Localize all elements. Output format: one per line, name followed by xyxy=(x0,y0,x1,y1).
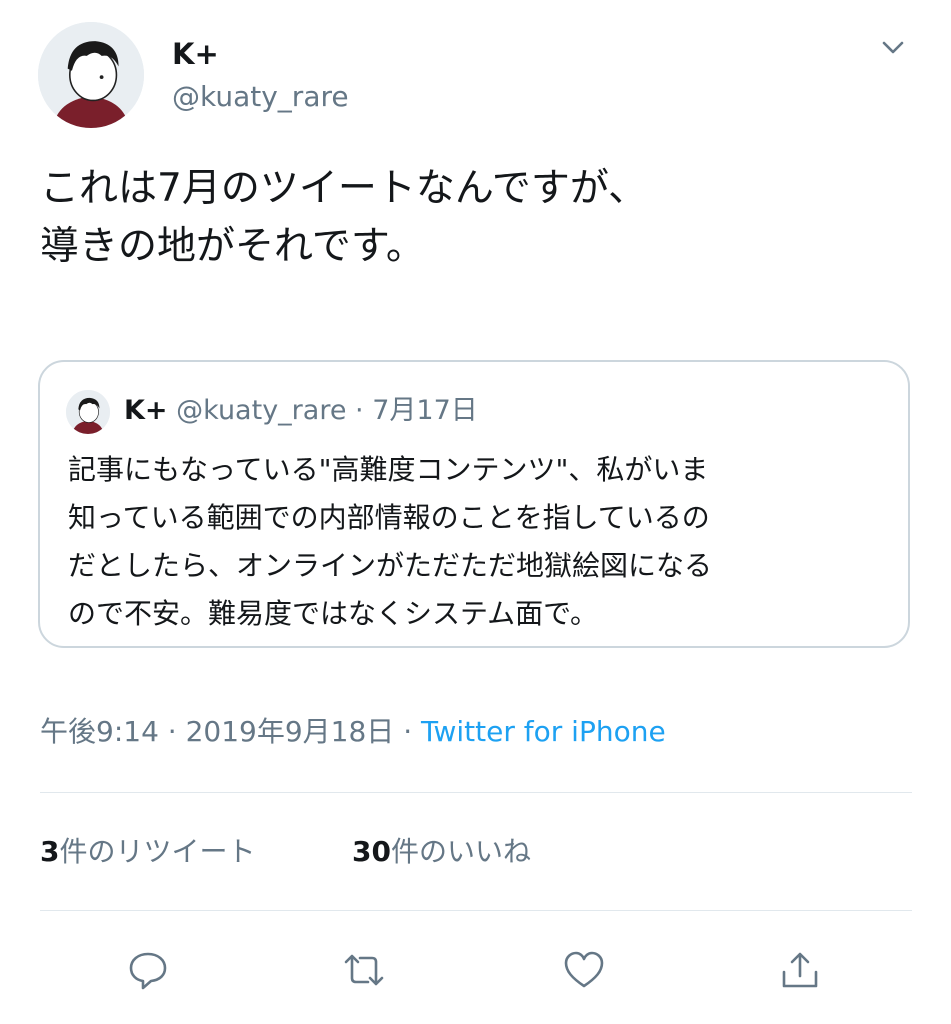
quoted-date: 7月17日 xyxy=(372,395,478,426)
divider xyxy=(40,792,912,793)
tweet-text: これは7月のツイートなんですが、 導きの地がそれです。 xyxy=(40,160,920,276)
source-link[interactable]: Twitter for iPhone xyxy=(421,715,666,748)
share-icon[interactable] xyxy=(778,948,822,992)
retweet-icon[interactable] xyxy=(342,948,386,992)
reply-icon[interactable] xyxy=(126,948,170,992)
quoted-tweet[interactable]: K+ @kuaty_rare · 7月17日 記事にもなっている"高難度コンテン… xyxy=(38,360,910,648)
like-stat[interactable]: 30件のいいね xyxy=(352,832,531,872)
separator-dot: · xyxy=(355,395,364,426)
tweet-text-line: 導きの地がそれです。 xyxy=(40,224,425,269)
divider xyxy=(40,910,912,911)
retweet-count: 3 xyxy=(40,835,60,868)
quoted-text: 記事にもなっている"高難度コンテンツ"、私がいま 知っている範囲での内部情報のこ… xyxy=(68,446,898,638)
author-handle[interactable]: @kuaty_rare xyxy=(172,79,349,115)
like-count: 30 xyxy=(352,835,391,868)
quoted-text-line: 記事にもなっている"高難度コンテンツ"、私がいま xyxy=(68,453,709,486)
tweet-text-line: これは7月のツイートなんですが、 xyxy=(40,166,648,211)
quoted-text-line: 知っている範囲での内部情報のことを指しているの xyxy=(68,501,710,534)
like-label: 件のいいね xyxy=(390,835,531,868)
quoted-text-line: だとしたら、オンラインがただただ地獄絵図になる xyxy=(68,549,713,582)
separator-dot: · xyxy=(167,715,177,748)
quoted-author-name: K+ xyxy=(124,395,168,426)
chevron-down-icon[interactable] xyxy=(876,30,910,64)
quoted-header: K+ @kuaty_rare · 7月17日 xyxy=(124,392,478,430)
separator-dot: · xyxy=(403,715,413,748)
like-icon[interactable] xyxy=(562,948,606,992)
retweet-stat[interactable]: 3件のリツイート xyxy=(40,832,256,872)
avatar[interactable] xyxy=(38,22,144,128)
tweet-time: 午後9:14 xyxy=(40,715,159,748)
quoted-text-line: ので不安。難易度ではなくシステム面で。 xyxy=(68,597,599,630)
tweet-meta: 午後9:14 · 2019年9月18日 · Twitter for iPhone xyxy=(40,712,666,752)
tweet-date: 2019年9月18日 xyxy=(185,715,395,748)
retweet-label: 件のリツイート xyxy=(59,835,256,868)
quoted-avatar xyxy=(66,390,110,434)
quoted-author-handle: @kuaty_rare xyxy=(176,395,347,426)
author-name[interactable]: K+ xyxy=(172,36,219,72)
